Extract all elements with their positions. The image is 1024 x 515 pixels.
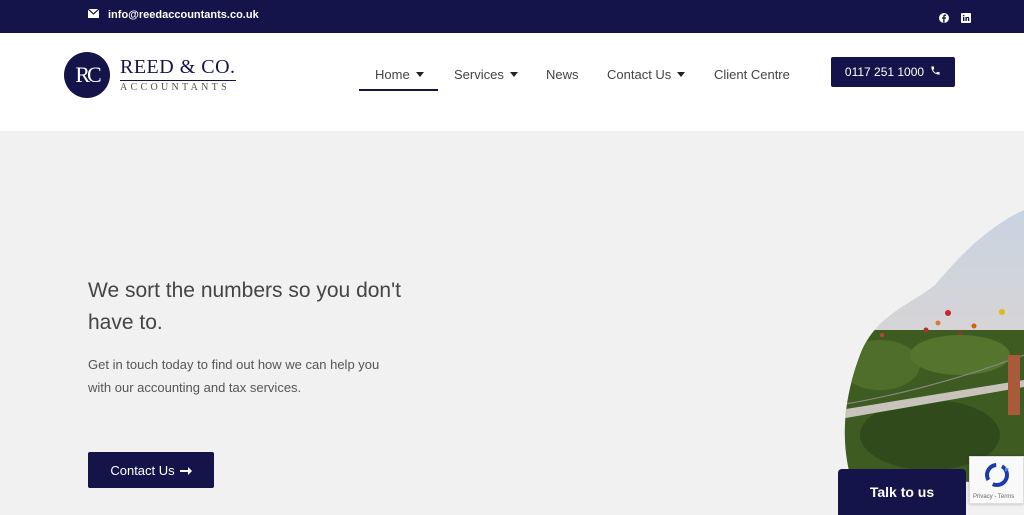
recaptcha-label: Privacy - Terms [973, 494, 1015, 500]
caret-down-icon [509, 72, 518, 77]
hero-title: We sort the numbers so you don't have to… [88, 279, 401, 334]
phone-number: 0117 251 1000 [844, 65, 925, 79]
phone-icon [930, 65, 941, 79]
phone-button[interactable]: 0117 251 1000 [831, 57, 955, 87]
nav-item-label: Services [454, 67, 504, 82]
talk-to-us-button[interactable]: Talk to us [838, 469, 966, 515]
linkedin-icon[interactable] [961, 10, 971, 23]
arrow-right-icon [179, 463, 192, 478]
nav-item-client-centre[interactable]: Client Centre [714, 67, 790, 82]
caret-down-icon [415, 72, 424, 77]
nav-item-home[interactable]: Home [375, 67, 424, 82]
logo-name: REED & CO. [120, 56, 236, 78]
nav-item-services[interactable]: Services [454, 67, 518, 82]
top-bar: info@reedaccountants.co.uk [0, 0, 1024, 33]
logo-text: REED & CO. ACCOUNTANTS [120, 57, 236, 93]
cta-label: Contact Us [110, 462, 175, 478]
nav-item-label: Client Centre [714, 67, 790, 82]
caret-down-icon [677, 72, 686, 77]
top-email[interactable]: info@reedaccountants.co.uk [87, 8, 259, 21]
site-logo[interactable]: RC REED & CO. ACCOUNTANTS [64, 52, 236, 98]
hero-text: Get in touch today to find out how we ca… [88, 357, 380, 395]
hero-image [844, 210, 1024, 485]
recaptcha-icon [983, 461, 1011, 494]
nav-item-label: Contact Us [607, 67, 672, 82]
facebook-icon[interactable] [939, 10, 949, 23]
nav-item-label: News [546, 67, 579, 82]
envelope-icon [87, 8, 100, 21]
nav-item-news[interactable]: News [546, 67, 579, 82]
social-links [939, 10, 971, 23]
email-link[interactable]: info@reedaccountants.co.uk [108, 9, 259, 21]
logo-subtitle: ACCOUNTANTS [120, 80, 236, 93]
nav-item-label: Home [375, 67, 410, 82]
nav-item-contact-us[interactable]: Contact Us [607, 67, 686, 82]
active-nav-underline [359, 89, 438, 91]
contact-us-button[interactable]: Contact Us [88, 452, 214, 488]
logo-mark: RC [64, 52, 110, 98]
recaptcha-badge[interactable]: Privacy - Terms [969, 456, 1024, 504]
